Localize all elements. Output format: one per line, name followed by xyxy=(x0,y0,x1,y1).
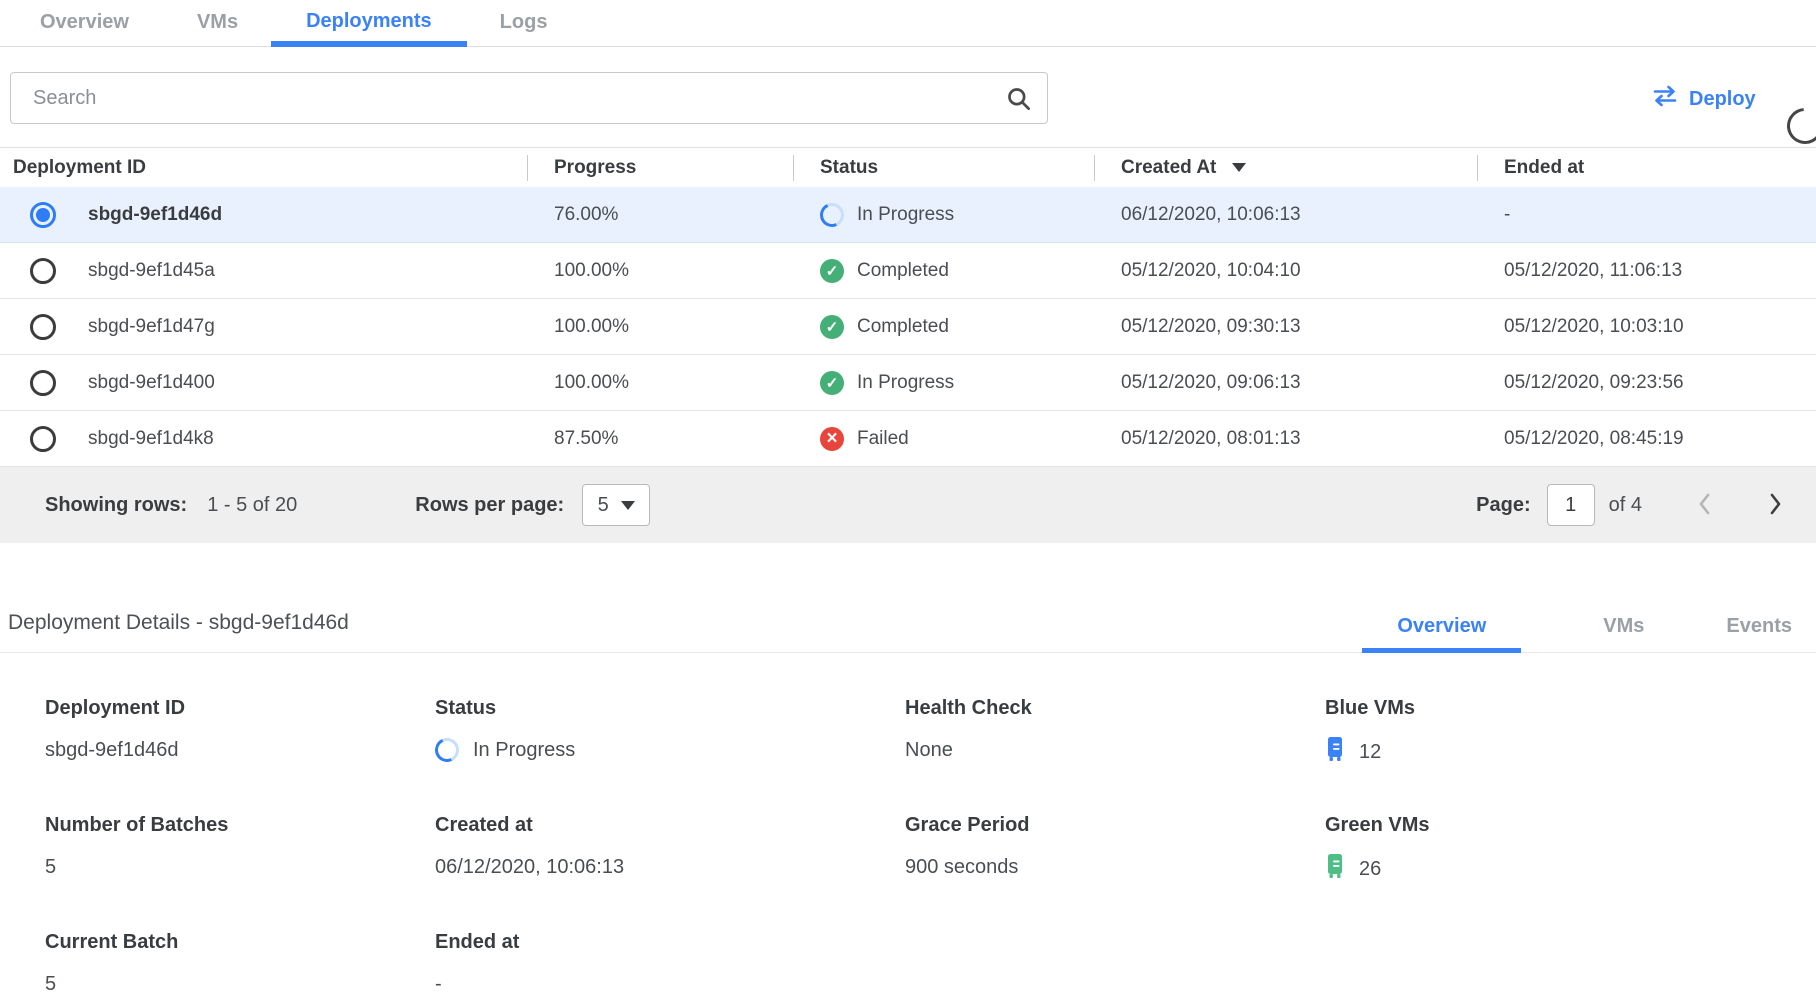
row-radio-button[interactable] xyxy=(30,202,56,228)
ended-at-cell: 05/12/2020, 10:03:10 xyxy=(1477,316,1816,338)
column-header-ended-at[interactable]: Ended at xyxy=(1477,148,1816,187)
ended-at-cell: 05/12/2020, 08:45:19 xyxy=(1477,428,1816,450)
progress-cell: 100.00% xyxy=(527,372,793,394)
rows-per-page-select[interactable]: 5 xyxy=(582,484,650,526)
status-check-icon xyxy=(820,371,844,395)
created-at-cell: 05/12/2020, 10:04:10 xyxy=(1094,260,1477,282)
field-current-batch: Current Batch 5 xyxy=(45,931,435,992)
table-row[interactable]: sbgd-9ef1d47g 100.00% Completed 05/12/20… xyxy=(0,299,1816,355)
vm-blue-icon xyxy=(1325,736,1345,768)
field-deployment-id: Deployment ID sbgd-9ef1d46d xyxy=(45,697,435,768)
status-cell: In Progress xyxy=(793,203,1094,227)
field-status: Status In Progress xyxy=(435,697,905,768)
table-row[interactable]: sbgd-9ef1d45a 100.00% Completed 05/12/20… xyxy=(0,243,1816,299)
status-cell: In Progress xyxy=(793,371,1094,395)
next-page-button[interactable] xyxy=(1760,485,1790,526)
column-header-created-at[interactable]: Created At xyxy=(1094,148,1477,187)
refresh-icon[interactable] xyxy=(1780,101,1816,152)
table-row[interactable]: sbgd-9ef1d4k8 87.50% Failed 05/12/2020, … xyxy=(0,411,1816,467)
status-check-icon xyxy=(820,259,844,283)
row-radio-button[interactable] xyxy=(30,258,56,284)
field-blue-vms: Blue VMs 12 xyxy=(1325,697,1816,768)
chevron-down-icon xyxy=(621,501,635,510)
table-row[interactable]: sbgd-9ef1d46d 76.00% In Progress 06/12/2… xyxy=(0,187,1816,243)
chevron-right-icon xyxy=(1764,489,1786,519)
previous-page-button[interactable] xyxy=(1690,485,1720,526)
status-cell: Failed xyxy=(793,427,1094,451)
status-cell: Completed xyxy=(793,259,1094,283)
status-check-icon xyxy=(820,315,844,339)
row-radio-button[interactable] xyxy=(30,314,56,340)
column-header-status[interactable]: Status xyxy=(793,148,1094,187)
status-spinner-icon xyxy=(432,735,463,766)
field-health-check: Health Check None xyxy=(905,697,1325,768)
ended-at-cell: 05/12/2020, 11:06:13 xyxy=(1477,260,1816,282)
created-at-cell: 05/12/2020, 09:06:13 xyxy=(1094,372,1477,394)
progress-cell: 76.00% xyxy=(527,204,793,226)
vm-green-icon xyxy=(1325,853,1345,885)
deploy-button-label: Deploy xyxy=(1689,88,1756,111)
details-tab-events[interactable]: Events xyxy=(1726,615,1792,652)
created-at-cell: 05/12/2020, 09:30:13 xyxy=(1094,316,1477,338)
field-created-at: Created at 06/12/2020, 10:06:13 xyxy=(435,814,905,885)
deploy-button[interactable]: Deploy xyxy=(1652,85,1756,113)
deployment-id-cell: sbgd-9ef1d45a xyxy=(88,260,215,282)
row-radio-button[interactable] xyxy=(30,426,56,452)
created-at-cell: 05/12/2020, 08:01:13 xyxy=(1094,428,1477,450)
progress-cell: 100.00% xyxy=(527,260,793,282)
tab-deployments[interactable]: Deployments xyxy=(271,0,467,47)
column-header-progress[interactable]: Progress xyxy=(527,148,793,187)
deployments-table: Deployment ID Progress Status Created At… xyxy=(0,147,1816,543)
ended-at-cell: - xyxy=(1477,204,1816,226)
details-title: Deployment Details - sbgd-9ef1d46d xyxy=(8,611,349,635)
table-pagination-bar: Showing rows: 1 - 5 of 20 Rows per page:… xyxy=(0,467,1816,543)
table-row[interactable]: sbgd-9ef1d400 100.00% In Progress 05/12/… xyxy=(0,355,1816,411)
details-tab-overview[interactable]: Overview xyxy=(1362,615,1521,653)
rows-per-page-value: 5 xyxy=(598,494,609,517)
status-spinner-icon xyxy=(817,199,848,230)
page-number-input[interactable] xyxy=(1547,484,1595,526)
column-header-deployment-id[interactable]: Deployment ID xyxy=(0,148,527,187)
row-radio-button[interactable] xyxy=(30,370,56,396)
created-at-cell: 06/12/2020, 10:06:13 xyxy=(1094,204,1477,226)
deployment-id-cell: sbgd-9ef1d400 xyxy=(88,372,215,394)
chevron-left-icon xyxy=(1694,489,1716,519)
field-grace-period: Grace Period 900 seconds xyxy=(905,814,1325,885)
field-green-vms: Green VMs 26 xyxy=(1325,814,1816,885)
details-header: Deployment Details - sbgd-9ef1d46d Overv… xyxy=(0,599,1816,653)
details-tab-vms[interactable]: VMs xyxy=(1603,615,1644,652)
showing-rows-value: 1 - 5 of 20 xyxy=(207,494,297,517)
status-cell: Completed xyxy=(793,315,1094,339)
deployment-id-cell: sbgd-9ef1d4k8 xyxy=(88,428,214,450)
ended-at-cell: 05/12/2020, 09:23:56 xyxy=(1477,372,1816,394)
details-grid: Deployment ID sbgd-9ef1d46d Status In Pr… xyxy=(0,697,1816,992)
toolbar: Deploy xyxy=(0,47,1816,147)
tab-overview[interactable]: Overview xyxy=(40,1,129,46)
progress-cell: 87.50% xyxy=(527,428,793,450)
search-box xyxy=(10,72,1048,124)
deployment-id-cell: sbgd-9ef1d46d xyxy=(88,204,222,226)
field-ended-at: Ended at - xyxy=(435,931,905,992)
main-tab-bar: Overview VMs Deployments Logs xyxy=(0,0,1816,47)
search-icon xyxy=(1005,85,1032,117)
deploy-swap-arrows-icon xyxy=(1652,85,1678,113)
progress-cell: 100.00% xyxy=(527,316,793,338)
status-fail-icon xyxy=(820,427,844,451)
search-input[interactable] xyxy=(10,72,1048,124)
page-label: Page: xyxy=(1476,494,1530,517)
tab-logs[interactable]: Logs xyxy=(500,1,548,46)
tab-vms[interactable]: VMs xyxy=(197,1,238,46)
table-header-row: Deployment ID Progress Status Created At… xyxy=(0,147,1816,187)
details-tab-bar: Overview VMs Events xyxy=(1280,615,1792,652)
page-total: of 4 xyxy=(1609,494,1642,517)
sort-desc-icon xyxy=(1232,163,1246,172)
deployment-id-cell: sbgd-9ef1d47g xyxy=(88,316,215,338)
rows-per-page-label: Rows per page: xyxy=(415,494,564,517)
field-number-of-batches: Number of Batches 5 xyxy=(45,814,435,885)
showing-rows-label: Showing rows: xyxy=(45,494,187,517)
